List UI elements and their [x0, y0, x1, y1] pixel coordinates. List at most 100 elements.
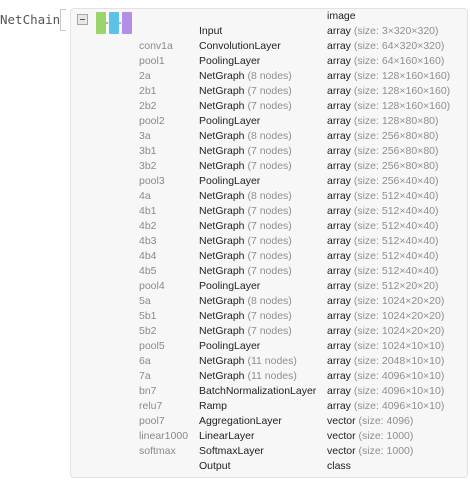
layer-type-name: NetGraph [199, 190, 245, 202]
output-kind: vector [327, 430, 356, 442]
output-kind: array [327, 130, 351, 142]
layer-type-name: PoolingLayer [199, 280, 261, 292]
layer-node-count: (8 nodes) [244, 190, 292, 202]
output-kind: array [327, 310, 351, 322]
layer-type: PoolingLayer [199, 279, 260, 294]
layer-name: 5b1 [139, 310, 157, 322]
output-size: (size: 256×80×80) [350, 145, 439, 157]
layer-type-name: NetGraph [199, 205, 245, 217]
output-size: (size: 512×40×40) [350, 205, 439, 217]
layer-name: 4b2 [139, 220, 157, 232]
layer-name: 3b1 [139, 145, 157, 157]
layer-output: vector (size: 1000) [327, 429, 413, 444]
layer-output: array (size: 128×160×160) [327, 69, 450, 84]
layer-node-count: (11 nodes) [244, 355, 297, 367]
layer-output: array (size: 512×40×40) [327, 264, 439, 279]
layer-type-name: NetGraph [199, 100, 245, 112]
layer-type: NetGraph (7 nodes) [199, 144, 292, 159]
output-size: (size: 4096) [355, 415, 414, 427]
output-kind: array [327, 340, 351, 352]
layer-name: pool1 [139, 55, 165, 67]
layer-type-name: NetGraph [199, 85, 245, 97]
output-kind: array [327, 385, 351, 397]
output-kind: array [327, 25, 351, 37]
layer-node-count: (7 nodes) [244, 325, 292, 337]
layer-name: pool7 [139, 415, 165, 427]
layer-output: array (size: 1024×20×20) [327, 324, 444, 339]
layer-type: NetGraph (7 nodes) [199, 324, 292, 339]
output-size: (size: 1000) [355, 445, 414, 457]
layer-node-count: (7 nodes) [244, 235, 292, 247]
thumb-arrow-1 [106, 22, 109, 24]
layer-type-name: NetGraph [199, 235, 245, 247]
layer-name: 5a [139, 295, 151, 307]
layer-name: 4a [139, 190, 151, 202]
layer-output: array (size: 256×80×80) [327, 129, 439, 144]
collapse-toggle-icon[interactable] [77, 14, 88, 25]
layer-type: BatchNormalizationLayer [199, 384, 316, 399]
layer-output: array (size: 64×160×160) [327, 54, 444, 69]
layer-name: pool2 [139, 115, 165, 127]
layer-type: Input [199, 24, 222, 39]
layer-type: NetGraph (7 nodes) [199, 204, 292, 219]
output-size: (size: 512×40×40) [350, 235, 439, 247]
layer-type: SoftmaxLayer [199, 444, 264, 459]
open-bracket [60, 9, 66, 31]
layer-type: NetGraph (7 nodes) [199, 309, 292, 324]
layer-node-count: (7 nodes) [244, 250, 292, 262]
layer-node-count: (8 nodes) [244, 130, 292, 142]
layer-node-count: (7 nodes) [244, 205, 292, 217]
layer-type: Output [199, 459, 231, 474]
layer-node-count: (11 nodes) [244, 370, 297, 382]
layer-type: Ramp [199, 399, 227, 414]
layer-type: NetGraph (7 nodes) [199, 234, 292, 249]
output-kind: vector [327, 415, 356, 427]
thumb-output-block [122, 12, 132, 34]
layer-output: array (size: 512×40×40) [327, 189, 439, 204]
output-kind: array [327, 190, 351, 202]
layer-node-count: (7 nodes) [244, 265, 292, 277]
layer-type: NetGraph (8 nodes) [199, 189, 292, 204]
output-kind: array [327, 115, 351, 127]
layer-node-count: (7 nodes) [244, 160, 292, 172]
layer-type: AggregationLayer [199, 414, 282, 429]
layer-type-name: AggregationLayer [199, 415, 282, 427]
output-size: (size: 256×80×80) [350, 160, 439, 172]
output-kind: array [327, 400, 351, 412]
output-size: (size: 1024×20×20) [350, 295, 445, 307]
layer-output: array (size: 128×160×160) [327, 99, 450, 114]
layer-node-count: (7 nodes) [244, 85, 292, 97]
layer-output: class [327, 459, 351, 474]
layer-name: 2a [139, 70, 151, 82]
layer-type: NetGraph (7 nodes) [199, 264, 292, 279]
output-size: (size: 1024×20×20) [350, 325, 445, 337]
layer-type-name: PoolingLayer [199, 340, 261, 352]
layer-output: vector (size: 1000) [327, 444, 413, 459]
layer-type-name: NetGraph [199, 70, 245, 82]
layer-name: pool3 [139, 175, 165, 187]
layer-output: array (size: 128×80×80) [327, 114, 439, 129]
network-thumbnail-icon [96, 12, 132, 34]
layer-type: NetGraph (7 nodes) [199, 219, 292, 234]
layer-node-count: (7 nodes) [244, 100, 292, 112]
layer-type-name: NetGraph [199, 310, 245, 322]
layer-type: NetGraph (11 nodes) [199, 369, 297, 384]
output-size: (size: 512×40×40) [350, 265, 439, 277]
layer-type-name: ConvolutionLayer [199, 40, 281, 52]
layer-type: NetGraph (8 nodes) [199, 69, 292, 84]
output-size: (size: 4096×10×10) [350, 400, 445, 412]
layer-node-count: (7 nodes) [244, 310, 292, 322]
layer-name: pool4 [139, 280, 165, 292]
layer-type-name: PoolingLayer [199, 175, 261, 187]
output-kind: array [327, 70, 351, 82]
layer-node-count: (7 nodes) [244, 220, 292, 232]
layer-output: array (size: 1024×20×20) [327, 309, 444, 324]
output-kind: array [327, 205, 351, 217]
layer-name: 4b4 [139, 250, 157, 262]
layer-type-name: NetGraph [199, 160, 245, 172]
layer-type: NetGraph (7 nodes) [199, 249, 292, 264]
output-kind: array [327, 100, 351, 112]
layer-node-count: (8 nodes) [244, 70, 292, 82]
layer-name: softmax [139, 445, 176, 457]
layer-type-name: PoolingLayer [199, 55, 261, 67]
